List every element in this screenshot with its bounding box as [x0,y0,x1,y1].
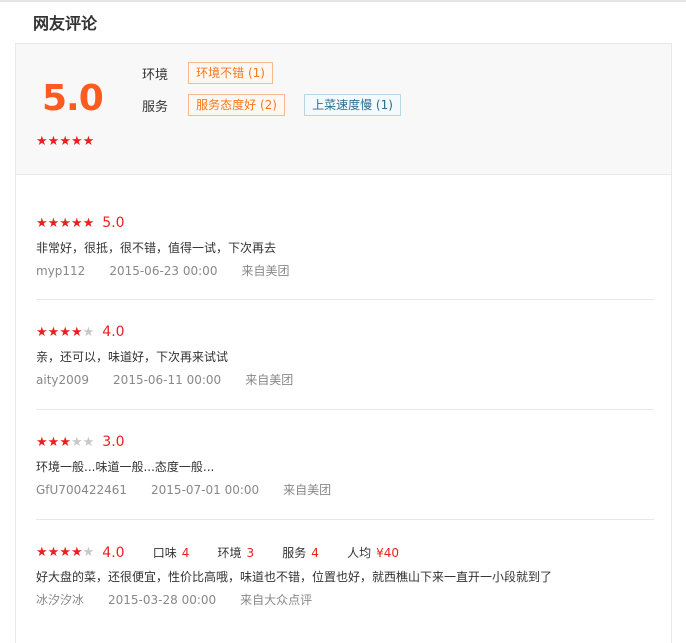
review-header: ★★★★★ 4.0 口味 4 环境 3 服务 4 人均 ¥40 [36,544,399,561]
star-icon: ★ [59,134,71,149]
review-list: ★★★★★ 5.0 非常好，很抵，很不错，值得一试，下次再去 myp112 2015… [36,175,654,629]
review-meta: myp112 2015-06-23 00:00 来自美团 [36,262,313,279]
review-header: ★★★★★ 5.0 [36,215,125,231]
star-icon: ★ [70,215,83,231]
sub-rating-label: 服务 [282,546,307,560]
review-stars: ★★★★★ [36,546,94,559]
rating-summary: 5.0 ★★★★★ 环境 环境不错 (1) 服务 服务态度好 (2) 上菜速度慢… [16,44,671,175]
review-user[interactable]: aity2009 [36,373,89,387]
star-icon: ★ [36,324,48,340]
sub-rating-label: 口味 [152,546,177,560]
review-score: 4.0 [102,324,125,340]
review-time: 2015-06-23 00:00 [109,264,218,278]
top-divider [0,0,686,2]
review-score: 3.0 [102,434,125,450]
star-icon: ★ [82,545,95,560]
sub-rating-label: 环境 [217,546,242,560]
sub-rating-environment: 环境 3 [217,546,254,560]
review-score: 4.0 [102,544,125,561]
review-meta: GfU700422461 2015-07-01 00:00 来自美团 [36,481,355,498]
review-source: 来自美团 [241,264,290,278]
star-icon: ★ [36,545,48,560]
star-icon: ★ [82,134,95,149]
review-text: 亲，还可以，味道好，下次再来试试 [36,350,229,364]
review-item: ★★★★★ 4.0 口味 4 环境 3 服务 4 人均 ¥40 好大盘的菜，还很便宜，性价… [36,520,654,629]
sub-rating-price: 人均 ¥40 [347,546,399,560]
review-header: ★★★★★ 4.0 [36,324,125,340]
sub-rating-service: 服务 4 [282,546,319,560]
review-score: 5.0 [102,215,125,231]
star-icon: ★ [36,434,48,450]
star-icon: ★ [59,545,71,560]
star-icon: ★ [47,134,60,149]
tag-service-good[interactable]: 服务态度好 (2) [188,94,285,116]
star-icon: ★ [36,134,48,149]
review-stars: ★★★★★ [36,436,94,449]
review-time: 2015-03-28 00:00 [108,593,217,607]
star-icon: ★ [70,324,83,340]
review-item: ★★★★★ 4.0 亲，还可以，味道好，下次再来试试 aity2009 2015-0… [36,300,654,410]
star-icon: ★ [70,545,83,560]
review-item: ★★★★★ 5.0 非常好，很抵，很不错，值得一试，下次再去 myp112 2015… [36,175,654,300]
tag-environment-good[interactable]: 环境不错 (1) [188,62,273,84]
tag-serving-slow[interactable]: 上菜速度慢 (1) [304,94,401,116]
tag-row-label: 服务 [142,99,169,115]
sub-rating-taste: 口味 4 [153,546,190,560]
star-icon: ★ [82,434,95,450]
review-user[interactable]: 冰汐汐冰 [36,593,84,607]
star-icon: ★ [59,434,71,450]
star-icon: ★ [47,434,60,450]
star-icon: ★ [59,324,71,340]
sub-rating-label: 人均 [347,546,372,560]
tag-row-label: 环境 [142,67,169,83]
sub-rating-value: ¥40 [376,546,399,560]
review-time: 2015-06-11 00:00 [113,373,222,387]
review-meta: 冰汐汐冰 2015-03-28 00:00 来自大众点评 [36,591,336,608]
reviews-card: 5.0 ★★★★★ 环境 环境不错 (1) 服务 服务态度好 (2) 上菜速度慢… [15,43,672,643]
review-source: 来自美团 [283,483,332,497]
review-text: 非常好，很抵，很不错，值得一试，下次再去 [36,241,277,255]
sub-rating-value: 3 [246,546,255,560]
star-icon: ★ [82,215,95,231]
review-user[interactable]: GfU700422461 [36,483,127,497]
star-icon: ★ [47,545,60,560]
star-icon: ★ [70,434,83,450]
star-icon: ★ [47,324,60,340]
review-source: 来自美团 [245,373,294,387]
section-title: 网友评论 [33,14,98,33]
review-text: 好大盘的菜，还很便宜，性价比高哦，味道也不错，位置也好，就西樵山下来一直开一小段… [36,570,553,584]
sub-rating-value: 4 [311,546,319,560]
review-time: 2015-07-01 00:00 [151,483,260,497]
review-user[interactable]: myp112 [36,264,85,278]
star-icon: ★ [59,215,71,231]
review-header: ★★★★★ 3.0 [36,434,125,450]
review-stars: ★★★★★ [36,217,94,230]
star-icon: ★ [70,134,83,149]
review-stars: ★★★★★ [36,326,94,339]
star-icon: ★ [36,215,48,231]
review-text: 环境一般...味道一般...态度一般... [36,460,215,474]
overall-stars: ★★★★★ [36,135,94,148]
review-source: 来自大众点评 [240,593,313,607]
tag-row-environment: 环境 环境不错 (1) [142,62,288,84]
sub-rating-value: 4 [181,546,190,560]
review-item: ★★★★★ 3.0 环境一般...味道一般...态度一般... GfU700422… [36,410,654,520]
tag-row-service: 服务 服务态度好 (2) 上菜速度慢 (1) [142,94,416,116]
star-icon: ★ [47,215,60,231]
review-meta: aity2009 2015-06-11 00:00 来自美团 [36,371,317,388]
overall-score: 5.0 [42,78,104,119]
star-icon: ★ [82,324,95,340]
